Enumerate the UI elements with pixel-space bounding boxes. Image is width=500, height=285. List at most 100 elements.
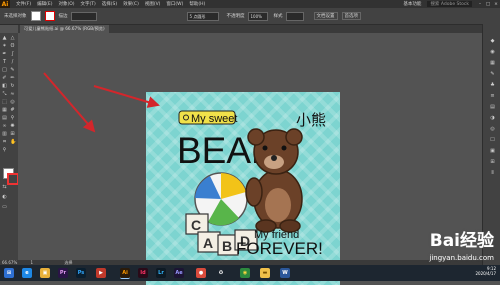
- eraser-tool-icon[interactable]: ◧: [2, 84, 7, 89]
- appearance-panel-icon[interactable]: ◎: [490, 127, 495, 132]
- maximize-icon[interactable]: □: [484, 2, 492, 7]
- graphic-styles-panel-icon[interactable]: ☐: [490, 138, 495, 143]
- type-tool-icon[interactable]: T: [2, 60, 7, 65]
- system-clock[interactable]: 9:12 2020/4/17: [475, 266, 496, 276]
- menu-edit[interactable]: 编辑(E): [37, 1, 52, 7]
- blend-tool-icon[interactable]: ∞: [2, 124, 7, 129]
- swatches-panel-icon[interactable]: ▦: [490, 61, 495, 66]
- stock-search-input[interactable]: 搜索 Adobe Stock: [427, 1, 472, 7]
- zoom-tool-icon[interactable]: ⚲: [2, 148, 7, 153]
- premiere-taskbar-icon[interactable]: Pr: [58, 268, 68, 278]
- hand-tool-icon[interactable]: ✋: [10, 140, 16, 145]
- doc-settings-button[interactable]: 文档设置: [313, 12, 338, 20]
- draw-mode-icon[interactable]: ◐: [2, 195, 7, 200]
- video-app-taskbar-icon[interactable]: ▶: [96, 268, 106, 278]
- bear-ear-left: [247, 128, 265, 146]
- menu-view[interactable]: 视图(V): [145, 1, 161, 7]
- pencil-tool-icon[interactable]: ✏: [10, 76, 15, 81]
- transparency-panel-icon[interactable]: ◑: [490, 116, 495, 121]
- artboards-panel-icon[interactable]: ⊞: [490, 160, 495, 165]
- artboard-tool-icon[interactable]: ⊞: [10, 132, 15, 137]
- artboard[interactable]: My sweet BEAR 小熊 C A B D My friend FOREV…: [146, 92, 340, 285]
- bear-arm-left: [245, 177, 263, 207]
- rotate-tool-icon[interactable]: ↻: [10, 84, 15, 89]
- stroke-panel-icon[interactable]: ≡: [490, 94, 495, 99]
- forever-text: FOREVER!: [236, 239, 323, 258]
- indesign-taskbar-icon[interactable]: Id: [138, 268, 148, 278]
- browser-taskbar-icon[interactable]: e: [22, 268, 32, 278]
- layers-panel-icon[interactable]: ▣: [490, 149, 495, 154]
- stroke-swatch[interactable]: [44, 11, 55, 21]
- workspace-switcher[interactable]: 基本功能: [403, 1, 421, 7]
- files-taskbar-icon[interactable]: ▣: [40, 268, 50, 278]
- menu-effect[interactable]: 效果(C): [123, 1, 139, 7]
- document-tab[interactable]: 可爱儿童熊贴纸.ai @ 66.67% (RGB/预览): [20, 25, 109, 33]
- properties-panel-icon[interactable]: ◆: [490, 39, 495, 44]
- swap-colors-icon[interactable]: ⇆: [2, 185, 7, 190]
- screen-mode-icon[interactable]: ▭: [2, 205, 7, 210]
- lightroom-taskbar-icon[interactable]: Lr: [156, 268, 166, 278]
- menu-help[interactable]: 帮助(H): [189, 1, 205, 7]
- bear-nose: [271, 155, 277, 161]
- magic-wand-icon[interactable]: ✶: [2, 44, 7, 49]
- menu-bar: Ai 文件(F) 编辑(E) 对象(O) 文字(T) 选择(S) 效果(C) 视…: [0, 0, 500, 8]
- qq-taskbar-icon[interactable]: ✪: [216, 268, 226, 278]
- rectangle-tool-icon[interactable]: □: [2, 68, 7, 73]
- gradient-tool-icon[interactable]: ▤: [2, 116, 7, 121]
- selection-tool-icon[interactable]: ▲: [2, 36, 7, 41]
- color-panel-icon[interactable]: ◉: [490, 50, 495, 55]
- lasso-tool-icon[interactable]: ʘ: [10, 44, 15, 49]
- control-bar: 未选择对象 描边 5 点圆形 不透明度 100% 样式 文档设置 首选项: [0, 8, 500, 25]
- menu-object[interactable]: 对象(O): [58, 1, 74, 7]
- folder-taskbar-icon[interactable]: ▬: [260, 268, 270, 278]
- symbol-sprayer-icon[interactable]: ✺: [10, 124, 15, 129]
- block-c-letter: C: [191, 217, 201, 233]
- block-b-letter: B: [222, 238, 232, 254]
- line-tool-icon[interactable]: /: [10, 60, 15, 65]
- tools-panel: ▲ △ ✶ ʘ ✒ ∫ T / □ ✎ ✐ ✏ ◧ ↻ ⤡ ≈ ⬚ ◎ ▦ # …: [0, 33, 19, 265]
- after-effects-taskbar-icon[interactable]: Ae: [174, 268, 184, 278]
- perspective-grid-icon[interactable]: ▦: [2, 108, 7, 113]
- symbols-panel-icon[interactable]: ♣: [490, 83, 495, 88]
- align-panel-icon[interactable]: ⫴: [490, 171, 495, 176]
- menu-window[interactable]: 窗口(W): [166, 1, 183, 7]
- style-dropdown[interactable]: [285, 11, 304, 21]
- illustrator-taskbar-icon[interactable]: Ai: [120, 268, 130, 279]
- preferences-button[interactable]: 首选项: [341, 12, 361, 20]
- photoshop-taskbar-icon[interactable]: Ps: [76, 268, 86, 278]
- pen-tool-icon[interactable]: ✒: [2, 52, 7, 57]
- gradient-panel-icon[interactable]: ▤: [490, 105, 495, 110]
- free-transform-icon[interactable]: ⬚: [2, 100, 7, 105]
- start-button-icon[interactable]: ⊞: [4, 268, 14, 278]
- bear-figure: [245, 128, 303, 233]
- my-sweet-text: My sweet: [191, 113, 237, 125]
- direct-selection-tool-icon[interactable]: △: [10, 36, 15, 41]
- baidu-watermark-logo: Bai经验: [429, 231, 494, 251]
- shape-builder-icon[interactable]: ◎: [10, 100, 15, 105]
- column-graph-icon[interactable]: ▥: [2, 132, 7, 137]
- menu-file[interactable]: 文件(F): [16, 1, 31, 7]
- game-taskbar-icon[interactable]: ●: [196, 268, 206, 278]
- eyedropper-tool-icon[interactable]: ⚲: [10, 116, 15, 121]
- block-a-letter: A: [203, 235, 213, 251]
- width-tool-icon[interactable]: ≈: [10, 92, 15, 97]
- fill-swatch[interactable]: [30, 11, 41, 21]
- mesh-tool-icon[interactable]: #: [10, 108, 15, 113]
- opacity-field[interactable]: 100%: [247, 11, 268, 21]
- chrome-taskbar-icon[interactable]: ◉: [240, 268, 250, 278]
- stroke-weight-dropdown[interactable]: [70, 11, 97, 21]
- menu-select[interactable]: 选择(S): [102, 1, 117, 7]
- canvas-workspace[interactable]: My sweet BEAR 小熊 C A B D My friend FOREV…: [18, 33, 482, 285]
- curvature-tool-icon[interactable]: ∫: [10, 52, 15, 57]
- shaper-tool-icon[interactable]: ✐: [2, 76, 7, 81]
- minimize-icon[interactable]: –: [476, 2, 484, 7]
- brush-dropdown[interactable]: 5 点圆形: [186, 11, 219, 21]
- word-taskbar-icon[interactable]: W: [280, 268, 290, 278]
- scale-tool-icon[interactable]: ⤡: [2, 92, 7, 97]
- slice-tool-icon[interactable]: ⌗: [2, 140, 7, 145]
- brushes-panel-icon[interactable]: ✎: [490, 72, 495, 77]
- menu-type[interactable]: 文字(T): [81, 1, 96, 7]
- close-icon[interactable]: ×: [492, 2, 500, 7]
- paintbrush-tool-icon[interactable]: ✎: [10, 68, 15, 73]
- bear-belly: [265, 188, 291, 222]
